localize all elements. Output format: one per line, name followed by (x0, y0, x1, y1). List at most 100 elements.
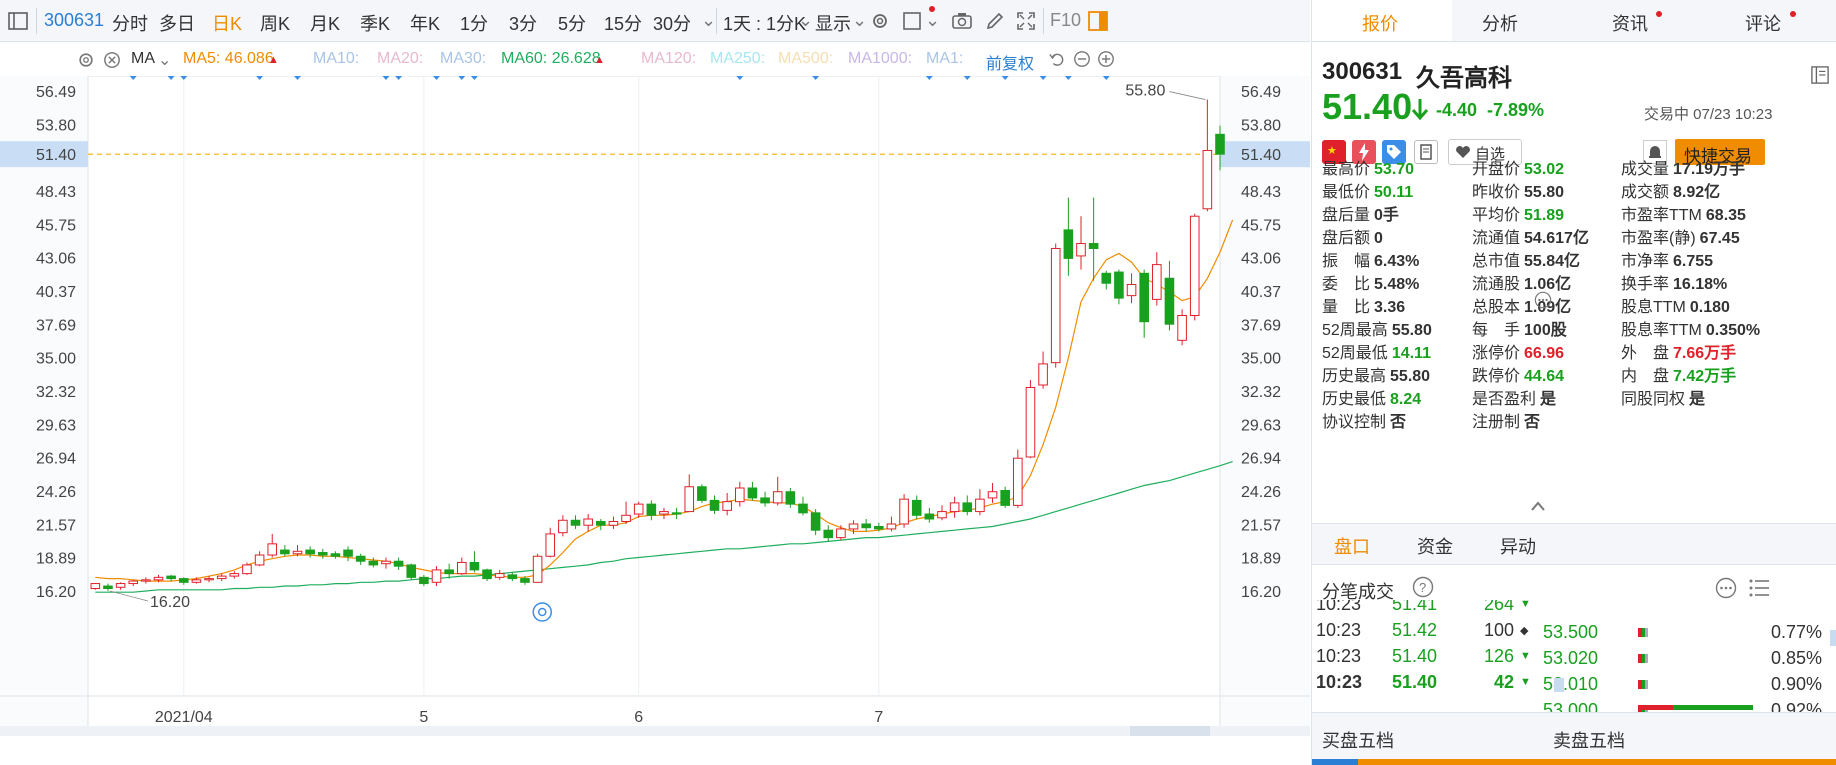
candle-down[interactable] (305, 549, 315, 555)
candle-down[interactable] (103, 585, 113, 590)
period-tab-15min[interactable]: 15分 (604, 10, 642, 36)
candle-down[interactable] (798, 503, 808, 514)
period-tab-quarterly[interactable]: 季K (360, 10, 390, 36)
pencil-icon[interactable] (985, 11, 1005, 31)
candle-down[interactable] (760, 497, 770, 504)
chevron-down-icon[interactable]: ⌄ (798, 10, 813, 31)
candle-up[interactable] (242, 564, 252, 575)
candle-down[interactable] (419, 576, 429, 585)
candle-up[interactable] (1076, 243, 1086, 257)
event-marker[interactable] (1001, 72, 1009, 80)
candle-up[interactable] (532, 555, 543, 583)
tab-quote[interactable]: 报价 (1362, 10, 1398, 36)
candle-up[interactable] (836, 528, 846, 539)
candle-down[interactable] (507, 574, 518, 580)
buy5-label[interactable]: 买盘五档 (1322, 727, 1394, 753)
candle-up[interactable] (204, 578, 214, 581)
event-marker[interactable] (812, 72, 820, 80)
collapse-chevron-icon[interactable] (1530, 500, 1546, 512)
period-tab-daily[interactable]: 日K (212, 10, 242, 36)
event-marker[interactable] (382, 72, 390, 80)
candle-up[interactable] (1050, 247, 1061, 364)
display-menu[interactable]: 显示 (815, 10, 851, 36)
candle-down[interactable] (1088, 243, 1099, 249)
candle-down[interactable] (482, 569, 492, 580)
at-sign-icon[interactable] (532, 602, 552, 622)
event-marker[interactable] (1039, 72, 1047, 80)
candle-up[interactable] (772, 491, 783, 504)
subtab-orderbook[interactable]: 盘口 (1334, 533, 1370, 559)
candle-down[interactable] (874, 525, 884, 530)
candle-down[interactable] (823, 529, 834, 539)
sidebar-toggle-icon[interactable] (8, 11, 28, 31)
period-tab-5min[interactable]: 5分 (558, 10, 586, 36)
event-marker[interactable] (1102, 72, 1110, 80)
event-marker[interactable] (180, 72, 188, 80)
candle-down[interactable] (166, 575, 176, 580)
candle-up[interactable] (899, 498, 909, 525)
subtab-capital[interactable]: 资金 (1417, 533, 1453, 559)
period-tab-timeshare[interactable]: 分时 (112, 10, 148, 36)
fullscreen-icon[interactable] (1016, 11, 1036, 31)
help-icon[interactable]: ? (1412, 576, 1434, 598)
candle-up[interactable] (1202, 149, 1213, 210)
more-icon[interactable] (1715, 577, 1737, 599)
candle-down[interactable] (1000, 489, 1010, 506)
candle-down[interactable] (1215, 133, 1225, 155)
more-icon[interactable] (1534, 291, 1552, 309)
candle-down[interactable] (1139, 272, 1149, 323)
candle-up[interactable] (1177, 314, 1187, 341)
candle-up[interactable] (937, 511, 947, 519)
candle-down[interactable] (343, 549, 353, 557)
square-select-icon[interactable] (902, 11, 922, 31)
candle-up[interactable] (1189, 215, 1200, 316)
trade-ticker[interactable]: 10:23 51.41 264 ▼ 10:23 51.42 100 ◆ 10:23 51.40 12… (1312, 600, 1836, 712)
gear-icon[interactable] (77, 51, 95, 69)
candle-down[interactable] (1114, 271, 1124, 299)
adjust-mode-button[interactable]: 前复权 (986, 50, 1034, 74)
candle-up[interactable] (975, 498, 985, 513)
period-tab-multiday[interactable]: 多日 (159, 10, 195, 36)
tab-analysis[interactable]: 分析 (1482, 10, 1518, 36)
candle-down[interactable] (469, 561, 480, 571)
subtab-unusual[interactable]: 异动 (1500, 533, 1536, 559)
candle-down[interactable] (924, 513, 935, 520)
candle-down[interactable] (178, 578, 189, 583)
candle-down[interactable] (280, 549, 290, 555)
event-marker[interactable] (470, 72, 478, 80)
gear-icon[interactable] (870, 11, 890, 31)
bookmark-icon[interactable] (1414, 140, 1438, 164)
candle-up[interactable] (545, 533, 556, 557)
tab-comments[interactable]: 评论 (1745, 10, 1781, 36)
chevron-down-icon[interactable]: ⌄ (158, 50, 171, 70)
event-marker[interactable] (167, 72, 175, 80)
candle-down[interactable] (355, 555, 366, 562)
candle-down[interactable] (709, 499, 720, 511)
candle-up[interactable] (1038, 363, 1048, 386)
event-marker[interactable] (294, 72, 302, 80)
candlestick-chart[interactable]: 2021/04 5 6 7 56.49 56.49 53.80 53.80 48.43 48.43… (0, 72, 1310, 736)
candle-up[interactable] (431, 569, 442, 583)
candle-up[interactable] (1013, 457, 1023, 506)
event-marker[interactable] (963, 72, 971, 80)
candle-up[interactable] (1025, 386, 1036, 458)
stock-code-label[interactable]: 300631 (44, 10, 104, 31)
candle-up[interactable] (254, 554, 265, 566)
candle-up[interactable] (608, 521, 619, 526)
period-combo[interactable]: 1天 : 1分K (723, 10, 806, 36)
candle-up[interactable] (216, 575, 227, 580)
candle-up[interactable] (191, 579, 202, 583)
candle-down[interactable] (393, 560, 404, 567)
candle-up[interactable] (128, 580, 139, 585)
candle-up[interactable] (633, 503, 644, 515)
candle-up[interactable] (381, 560, 391, 565)
candle-down[interactable] (671, 512, 682, 515)
chevron-down-icon[interactable]: ⌄ (701, 10, 716, 31)
period-tab-yearly[interactable]: 年K (410, 10, 440, 36)
candle-up[interactable] (153, 576, 164, 581)
event-marker[interactable] (433, 72, 441, 80)
candle-down[interactable] (520, 578, 530, 583)
candle-down[interactable] (1164, 277, 1175, 325)
candle-down[interactable] (810, 512, 821, 531)
candle-down[interactable] (406, 564, 417, 578)
